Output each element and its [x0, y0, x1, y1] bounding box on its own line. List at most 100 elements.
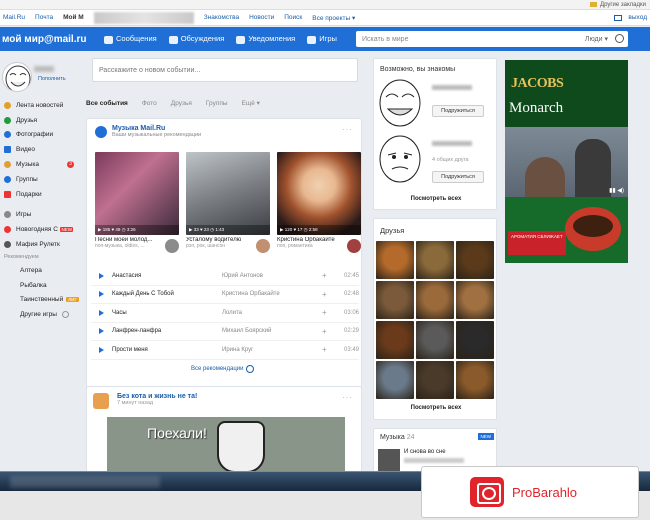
nav-notifications[interactable]: Уведомления	[236, 34, 295, 44]
ad-video-controls[interactable]: ▮▮ ◀)	[609, 187, 624, 194]
play-icon[interactable]	[99, 309, 104, 316]
tab-friends[interactable]: Друзья	[171, 100, 192, 107]
feed-column: Расскажите о новом событии... Все событи…	[86, 58, 366, 497]
portal-link-mail[interactable]: Почта	[35, 14, 53, 21]
play-icon[interactable]	[99, 272, 104, 279]
post-title[interactable]: Без кота и жизнь не та!	[117, 393, 197, 400]
sidebar-item-friends[interactable]: Друзья	[4, 113, 80, 128]
game-fishing[interactable]: Рыбалка	[4, 278, 80, 293]
track-row[interactable]: Ланфрен-ланфра Михаил Боярский +02:29	[91, 323, 359, 341]
avatar[interactable]	[2, 62, 32, 92]
post-author-avatar[interactable]	[93, 393, 109, 409]
tab-all-events[interactable]: Все события	[86, 100, 128, 107]
all-recommendations-link[interactable]: Все рекомендации	[191, 365, 255, 373]
friend-avatar[interactable]	[376, 281, 414, 319]
site-logo[interactable]: мой мир@mail.ru	[0, 34, 104, 45]
sidebar-item-groups[interactable]: Группы	[4, 172, 80, 187]
tab-more[interactable]: Ещё ▾	[242, 99, 260, 107]
sidebar-item-music[interactable]: Музыка 3	[4, 157, 80, 172]
friend-avatar[interactable]	[376, 241, 414, 279]
sidebar-item-feed[interactable]: Лента новостей	[4, 98, 80, 113]
music-card-title[interactable]: Музыка Mail.Ru	[112, 125, 201, 132]
track-artist: Лолита	[222, 309, 243, 316]
game-mysterious[interactable]: Таинственный ЛИГ	[4, 293, 80, 308]
sidebar-item-mafia[interactable]: Мафия Рулетк	[4, 237, 80, 252]
search-icon[interactable]	[615, 34, 624, 43]
friend-avatar[interactable]	[456, 281, 494, 319]
compose-input[interactable]: Расскажите о новом событии...	[92, 58, 358, 82]
add-friend-button[interactable]: Подружиться	[432, 105, 484, 117]
play-icon[interactable]	[99, 346, 104, 353]
portal-link-all-projects[interactable]: Все проекты ▾	[312, 14, 355, 22]
game-altera[interactable]: Алтера	[4, 263, 80, 278]
friend-avatar[interactable]	[416, 321, 454, 359]
portal-link-search[interactable]: Поиск	[284, 14, 302, 21]
playlist-caption[interactable]: Кристина Орбакайте поп, романтика	[277, 237, 361, 257]
track-row[interactable]: Каждый День С Тобой Кристина Орбакайте +02…	[91, 286, 359, 304]
track-artist: Ирина Круг	[222, 346, 254, 353]
nav-discussions[interactable]: Обсуждения	[168, 34, 224, 44]
new-badge: NEW	[59, 227, 74, 233]
friend-avatar[interactable]	[456, 241, 494, 279]
friend-avatar[interactable]	[416, 361, 454, 399]
other-games[interactable]: Другие игры	[4, 307, 80, 322]
ad-video[interactable]: ▮▮ ◀)	[505, 127, 628, 197]
other-bookmarks[interactable]: Другие закладки	[600, 2, 646, 8]
more-options-icon[interactable]: ···	[342, 125, 353, 134]
friends-title[interactable]: Друзья	[380, 226, 404, 235]
see-all-friends[interactable]: Посмотреть всех	[374, 405, 498, 411]
tab-groups[interactable]: Группы	[206, 100, 228, 107]
suggested-friend-avatar[interactable]	[376, 77, 424, 129]
see-all-suggestions[interactable]: Посмотреть всех	[374, 196, 498, 202]
nav-games[interactable]: Игры	[307, 34, 337, 44]
friend-avatar[interactable]	[456, 321, 494, 359]
sidebar-label: Мафия Рулетк	[16, 241, 60, 249]
add-icon[interactable]: +	[322, 345, 334, 354]
friend-avatar[interactable]	[456, 361, 494, 399]
logout-link[interactable]: выход	[628, 14, 647, 21]
add-icon[interactable]: +	[322, 308, 334, 317]
sidebar-item-games[interactable]: Игры	[4, 208, 80, 223]
friend-avatar[interactable]	[376, 361, 414, 399]
mail-icon[interactable]	[614, 14, 623, 21]
add-icon[interactable]: +	[322, 290, 334, 299]
sidebar-item-newyear[interactable]: Новогодняя С NEW	[4, 222, 80, 237]
more-options-icon[interactable]: ···	[342, 393, 353, 402]
playlist-cover[interactable]: ▶ 120 ♥ 17 ◷ 2:58	[277, 152, 361, 235]
author-avatar	[165, 239, 179, 253]
suggested-friend-avatar[interactable]	[376, 133, 424, 185]
taskbar-blurred	[10, 476, 160, 488]
play-icon[interactable]	[99, 291, 104, 298]
nav-messages[interactable]: Сообщения	[104, 34, 157, 44]
friend-avatar[interactable]	[416, 241, 454, 279]
playlist-caption[interactable]: Песни моей молод... поп-музыка, oldies, .…	[95, 237, 179, 257]
add-friend-button[interactable]: Подружиться	[432, 171, 484, 183]
portal-link-dating[interactable]: Знакомства	[204, 14, 239, 21]
playlist-cover[interactable]: ▶ 33 ♥ 23 ◷ 1:43	[186, 152, 270, 235]
add-icon[interactable]: +	[322, 271, 334, 280]
playlist-caption[interactable]: Усталому водителю рэп, рок, шансон	[186, 237, 270, 257]
search-input[interactable]: Искать в мире Люди ▾	[356, 31, 628, 47]
friend-avatar[interactable]	[376, 321, 414, 359]
play-icon[interactable]	[99, 328, 104, 335]
music-widget-title[interactable]: Музыка 24	[380, 434, 415, 441]
portal-link-news[interactable]: Новости	[249, 14, 274, 21]
sidebar-item-video[interactable]: Видео	[4, 142, 80, 157]
possible-friends-title: Возможно, вы знакомы	[380, 66, 456, 73]
track-row[interactable]: Прости меня Ирина Круг +03:49	[91, 341, 359, 360]
add-icon[interactable]: +	[322, 327, 334, 336]
replenish-link[interactable]: Пополнить	[38, 76, 66, 82]
track-row[interactable]: Анастасия Юрий Антонов +02:45	[91, 267, 359, 286]
track-title: Ланфрен-ланфра	[112, 328, 162, 335]
sidebar-item-photos[interactable]: Фотографии	[4, 128, 80, 143]
track-row[interactable]: Часы Лолита +03:06	[91, 304, 359, 323]
friends-card: Друзья Посмотреть всех	[373, 218, 497, 420]
ad-cup-block: АРОМАТИЯ СБЛИЖАЕТ	[505, 197, 628, 263]
playlist-cover[interactable]: ▶ 185 ♥ 49 ◷ 3:26	[95, 152, 179, 235]
sidebar-item-gifts[interactable]: Подарки	[4, 187, 80, 202]
friend-avatar[interactable]	[416, 281, 454, 319]
portal-link-myworld[interactable]: Мой М	[63, 14, 84, 21]
tab-photo[interactable]: Фото	[142, 100, 157, 107]
advertisement[interactable]: JACOBS Monarch ▮▮ ◀) АРОМАТИЯ СБЛИЖАЕТ	[505, 60, 628, 263]
portal-link-mailru[interactable]: Mail.Ru	[3, 14, 25, 21]
